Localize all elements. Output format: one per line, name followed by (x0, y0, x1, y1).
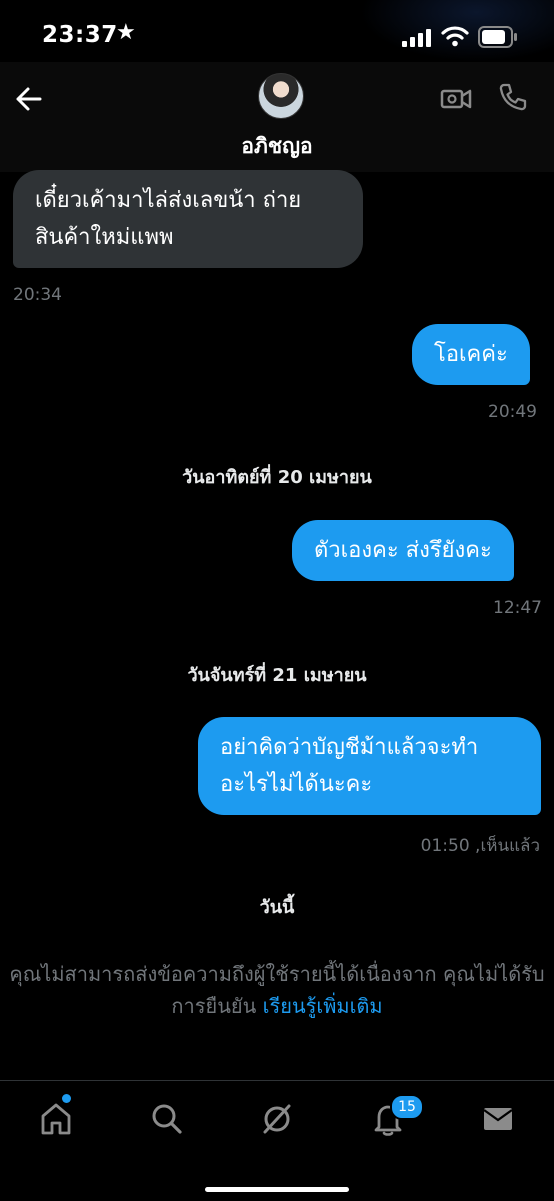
grok-icon[interactable] (257, 1099, 297, 1139)
star-icon: ★ (116, 20, 136, 45)
search-icon[interactable] (147, 1099, 187, 1139)
home-indicator[interactable] (205, 1187, 349, 1192)
status-time: 23:37 (42, 22, 118, 48)
home-unread-dot (62, 1094, 71, 1103)
battery-icon (478, 26, 517, 48)
incoming-message[interactable]: เดี๋ยวเค้ามาไล่ส่งเลขน้า ถ่ายสินค้าใหม่แ… (13, 170, 363, 268)
outgoing-message[interactable]: อย่าคิดว่าบัญชีม้าแล้วจะทำอะไรไม่ได้นะคะ (198, 717, 541, 815)
outgoing-message[interactable]: ตัวเองคะ ส่งรึยังคะ (292, 520, 514, 581)
contact-name[interactable]: อภิชญอ (0, 130, 554, 163)
date-separator-today: วันนี้ (259, 897, 295, 918)
contact-avatar[interactable] (258, 73, 304, 119)
date-separator: วันจันทร์ที่ 21 เมษายน (187, 665, 367, 686)
cannot-message-notice: คุณไม่สามารถส่งข้อความถึงผู้ใช้รายนี้ได้… (0, 958, 554, 1022)
phone-call-icon[interactable] (498, 82, 528, 112)
message-timestamp: 20:34 (13, 285, 62, 305)
learn-more-link[interactable]: เรียนรู้เพิ่มเติม (263, 994, 383, 1018)
cellular-signal-icon (402, 29, 431, 47)
message-timestamp-seen: 01:50 ,เห็นแล้ว (420, 836, 540, 856)
home-icon[interactable] (36, 1099, 76, 1139)
message-timestamp: 12:47 (493, 598, 542, 618)
wifi-icon (441, 26, 469, 47)
back-arrow-icon[interactable] (10, 84, 50, 114)
bottom-navigation (0, 1080, 554, 1201)
notification-count-badge: 15 (390, 1094, 424, 1120)
outgoing-message[interactable]: โอเคค่ะ (412, 324, 530, 385)
message-timestamp: 20:49 (488, 402, 537, 422)
date-separator: วันอาทิตย์ที่ 20 เมษายน (182, 467, 372, 488)
video-call-icon[interactable] (440, 85, 472, 113)
messages-envelope-icon[interactable] (478, 1099, 518, 1139)
